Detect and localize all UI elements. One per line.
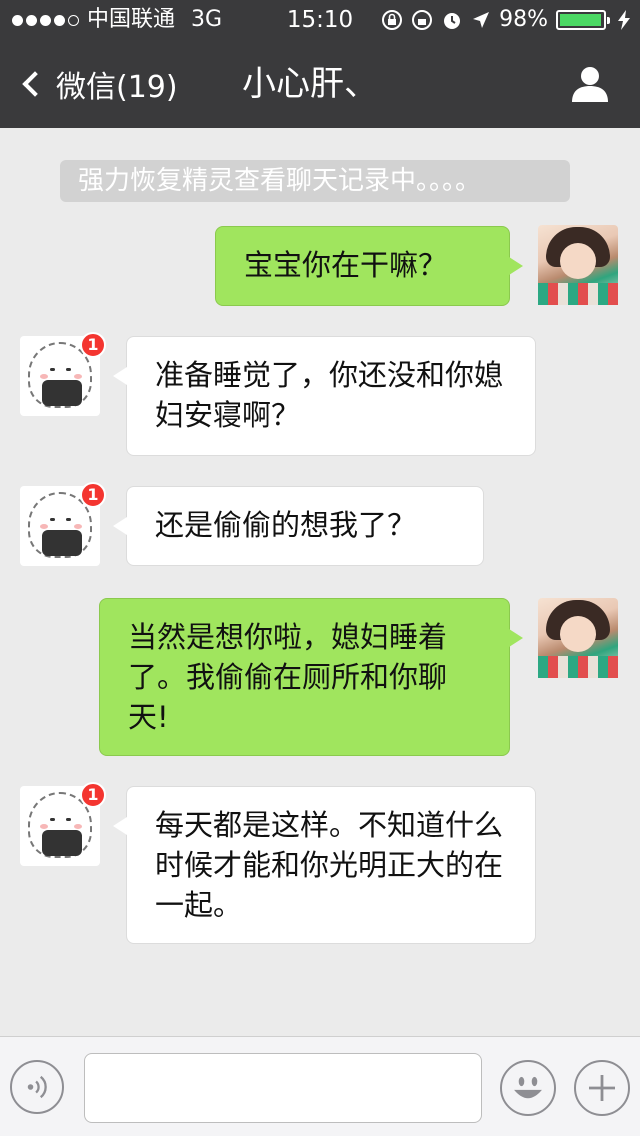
alarm-icon (444, 13, 461, 29)
unread-badge: 1 (80, 482, 106, 508)
nav-bar: 微信(19) 小心肝、 (0, 40, 640, 128)
message-bubble-incoming[interactable]: 还是偷偷的想我了？ (113, 486, 484, 566)
battery-percent: 98% (499, 7, 548, 32)
contact-avatar[interactable]: 1 (20, 482, 106, 566)
emoji-icon[interactable] (500, 1060, 556, 1116)
system-notice: 强力恢复精灵查看聊天记录中。。。。 (60, 160, 570, 202)
my-avatar[interactable] (538, 225, 618, 305)
unread-badge: 1 (80, 332, 106, 358)
my-avatar[interactable] (538, 598, 618, 678)
chat-area[interactable]: 强力恢复精灵查看聊天记录中。。。。 宝宝你在干嘛？ 1 准备睡觉了，你还没和你媳… (0, 128, 640, 1036)
person-icon[interactable] (570, 64, 610, 104)
battery-icon (556, 10, 610, 30)
plus-icon[interactable] (574, 1060, 630, 1116)
status-bar: 中国联通 3G 15:10 98% (0, 0, 640, 40)
top-bar: 中国联通 3G 15:10 98% 微信(19) 小心肝、 (0, 0, 640, 128)
unread-badge: 1 (80, 782, 106, 808)
message-bubble-incoming[interactable]: 每天都是这样。不知道什么时候才能和你光明正大的在一起。 (113, 786, 536, 944)
message-bubble-incoming[interactable]: 准备睡觉了，你还没和你媳妇安寝啊？ (113, 336, 536, 456)
charging-icon (618, 10, 630, 30)
message-input[interactable] (84, 1053, 482, 1123)
battery-fill (560, 14, 602, 26)
input-bar (0, 1036, 640, 1136)
status-right: 98% (381, 0, 630, 40)
voice-icon[interactable] (10, 1060, 64, 1114)
chat-title: 小心肝、 (242, 64, 378, 104)
lock-icon (412, 10, 433, 30)
lock-rotation-icon (382, 10, 403, 30)
contact-avatar[interactable]: 1 (20, 332, 106, 416)
contact-avatar[interactable]: 1 (20, 782, 106, 866)
message-bubble-outgoing[interactable]: 当然是想你啦，媳妇睡着了。我偷偷在厕所和你聊天! (99, 598, 523, 756)
message-bubble-outgoing[interactable]: 宝宝你在干嘛？ (215, 226, 523, 306)
location-arrow-icon (473, 12, 490, 28)
